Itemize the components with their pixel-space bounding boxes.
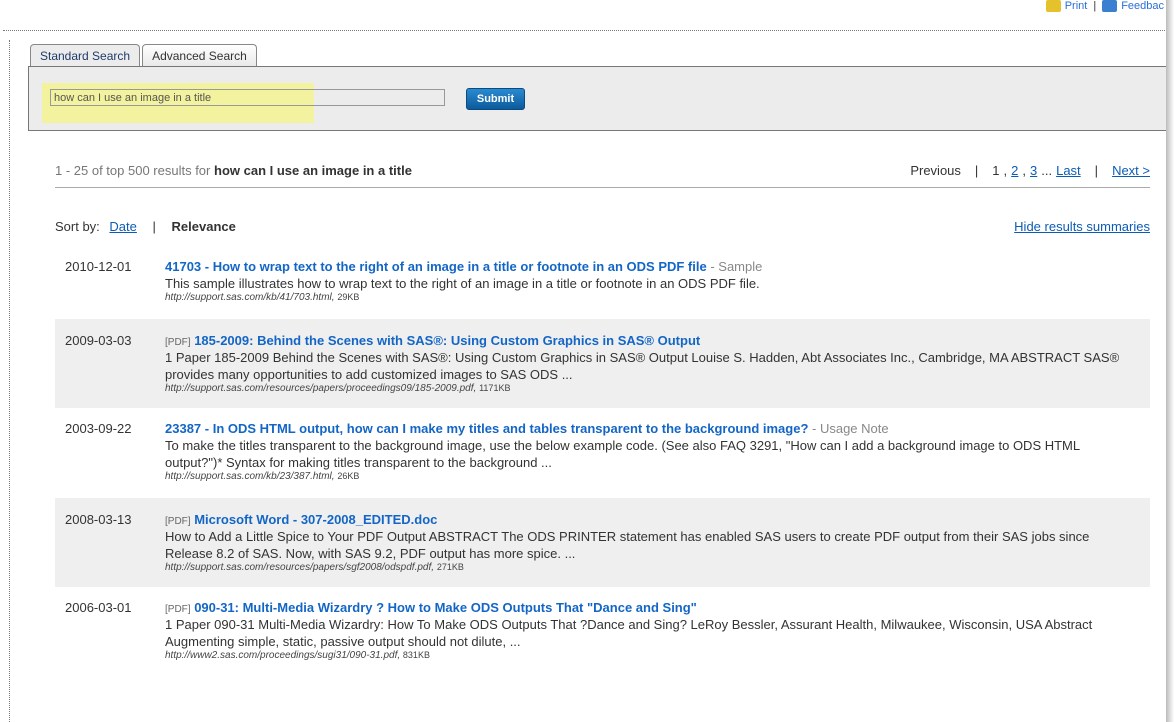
result-title-link[interactable]: 185-2009: Behind the Scenes with SAS®: U… — [194, 333, 700, 348]
url-text: http://support.sas.com/resources/papers/… — [165, 562, 435, 573]
result-title-link[interactable]: 23387 - In ODS HTML output, how can I ma… — [165, 421, 808, 436]
result-date: 2006-03-01 — [65, 600, 132, 615]
separator: | — [1093, 0, 1097, 13]
url-text: http://www2.sas.com/proceedings/sugi31/0… — [165, 650, 401, 661]
divider — [9, 40, 10, 722]
separator: | — [974, 163, 979, 178]
sort-bar: Sort by: Date | Relevance — [55, 219, 236, 234]
sort-relevance: Relevance — [171, 219, 236, 234]
result-item: 2003-09-22 23387 - In ODS HTML output, h… — [55, 412, 1150, 494]
print-link[interactable]: Print — [1045, 0, 1087, 13]
sort-label: Sort by: — [55, 219, 100, 234]
tab-standard-search[interactable]: Standard Search — [30, 44, 141, 67]
file-size: 831KB — [402, 650, 430, 660]
result-item: 2009-03-03 [PDF] 185-2009: Behind the Sc… — [55, 319, 1150, 408]
pdf-tag: [PDF] — [165, 604, 191, 615]
previous-label: Previous — [910, 163, 961, 178]
pdf-tag: [PDF] — [165, 516, 191, 527]
result-url: http://support.sas.com/kb/23/387.html, 2… — [165, 471, 1120, 482]
result-item: 2008-03-13 [PDF] Microsoft Word - 307-20… — [55, 498, 1150, 587]
feedback-link[interactable]: Feedbac — [1102, 0, 1164, 13]
url-text: http://support.sas.com/kb/23/387.html, — [165, 471, 335, 482]
next-page-link[interactable]: Next > — [1112, 163, 1150, 178]
file-size: 26KB — [337, 471, 360, 481]
url-text: http://support.sas.com/kb/41/703.html, — [165, 292, 335, 303]
results-list: 2010-12-01 41703 - How to wrap text to t… — [55, 250, 1150, 673]
file-size: 29KB — [337, 292, 360, 302]
result-description: This sample illustrates how to wrap text… — [165, 276, 760, 291]
separator: | — [1094, 163, 1099, 178]
result-item: 2010-12-01 41703 - How to wrap text to t… — [55, 250, 1150, 315]
result-type: - Sample — [710, 259, 763, 274]
result-date: 2010-12-01 — [65, 259, 132, 274]
current-page: 1 — [992, 163, 1000, 178]
tab-advanced-search[interactable]: Advanced Search — [142, 44, 257, 67]
hide-summaries-link[interactable]: Hide results summaries — [1014, 219, 1150, 234]
pagination: Previous | 1, 2, 3 ... Last | Next > — [910, 163, 1150, 178]
file-size: 1171KB — [479, 383, 511, 393]
result-date: 2009-03-03 — [65, 333, 132, 348]
sort-date-link[interactable]: Date — [109, 219, 136, 234]
result-title-link[interactable]: 41703 - How to wrap text to the right of… — [165, 259, 707, 274]
file-size: 271KB — [436, 562, 464, 572]
result-description: 1 Paper 185-2009 Behind the Scenes with … — [165, 350, 1120, 382]
submit-button[interactable]: Submit — [466, 88, 525, 110]
top-links: Print | Feedbac — [1045, 0, 1164, 13]
divider — [55, 187, 1150, 188]
separator: | — [152, 219, 156, 234]
divider — [3, 30, 1165, 31]
result-description: How to Add a Little Spice to Your PDF Ou… — [165, 529, 1090, 561]
results-summary: 1 - 25 of top 500 results for how can I … — [55, 163, 412, 178]
result-url: http://www2.sas.com/proceedings/sugi31/0… — [165, 650, 1120, 661]
result-type: - Usage Note — [812, 421, 889, 436]
search-input[interactable] — [50, 89, 445, 106]
page-3-link[interactable]: 3 — [1030, 163, 1037, 178]
result-url: http://support.sas.com/kb/41/703.html, 2… — [165, 292, 1120, 303]
result-url: http://support.sas.com/resources/papers/… — [165, 383, 1120, 394]
url-text: http://support.sas.com/resources/papers/… — [165, 383, 477, 394]
result-title-link[interactable]: 090-31: Multi-Media Wizardry ? How to Ma… — [194, 600, 697, 615]
page-2-link[interactable]: 2 — [1011, 163, 1018, 178]
result-url: http://support.sas.com/resources/papers/… — [165, 562, 1120, 573]
result-description: To make the titles transparent to the ba… — [165, 438, 1080, 470]
result-description: 1 Paper 090-31 Multi-Media Wizardry: How… — [165, 617, 1093, 649]
result-title-link[interactable]: Microsoft Word - 307-2008_EDITED.doc — [194, 512, 437, 527]
result-item: 2006-03-01 [PDF] 090-31: Multi-Media Wiz… — [55, 591, 1150, 673]
result-date: 2003-09-22 — [65, 421, 132, 436]
feedback-icon — [1102, 0, 1118, 13]
search-tabs: Standard Search Advanced Search — [30, 44, 257, 67]
result-date: 2008-03-13 — [65, 512, 132, 527]
last-page-link[interactable]: Last — [1056, 163, 1081, 178]
window-shadow — [1166, 0, 1174, 722]
ellipsis: ... — [1041, 163, 1053, 178]
pdf-tag: [PDF] — [165, 337, 191, 348]
printer-icon — [1045, 0, 1061, 13]
